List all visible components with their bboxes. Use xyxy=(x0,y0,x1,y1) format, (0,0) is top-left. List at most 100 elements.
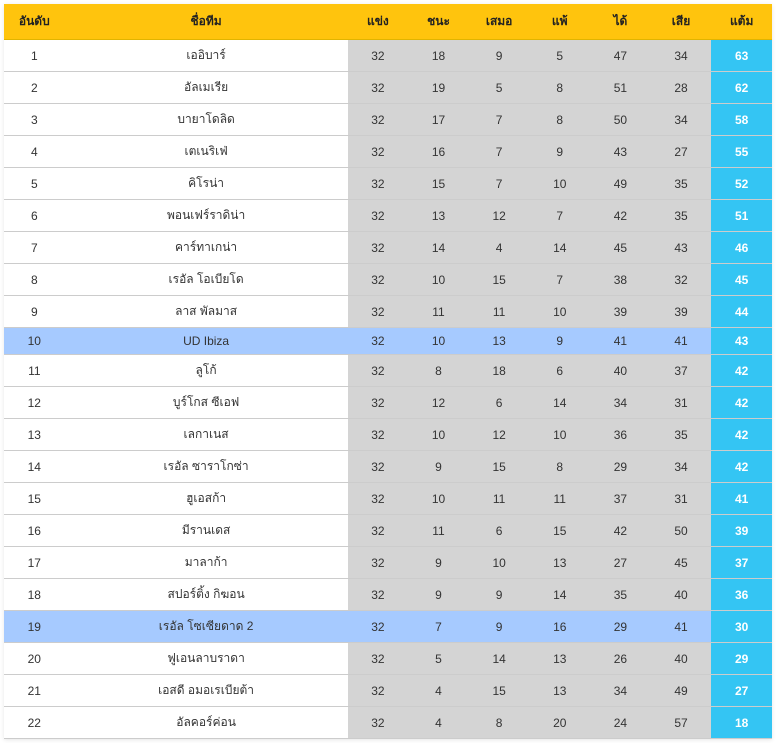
cell-played: 32 xyxy=(348,355,409,387)
cell-gf: 24 xyxy=(590,707,651,739)
cell-won: 18 xyxy=(408,40,469,72)
cell-points: 30 xyxy=(711,611,772,643)
cell-won: 10 xyxy=(408,264,469,296)
table-row: 5คิโรน่า3215710493552 xyxy=(4,168,772,200)
cell-lost: 15 xyxy=(529,515,590,547)
table-row: 4เตเนริเฟ่321679432755 xyxy=(4,136,772,168)
cell-team: เออิบาร์ xyxy=(65,40,348,72)
cell-team: คาร์ทาเกน่า xyxy=(65,232,348,264)
table-row: 19เรอัล โซเซียดาด 2327916294130 xyxy=(4,611,772,643)
cell-won: 11 xyxy=(408,515,469,547)
table-row: 22อัลคอร์ค่อน324820245718 xyxy=(4,707,772,739)
cell-drawn: 12 xyxy=(469,200,530,232)
cell-ga: 35 xyxy=(651,168,712,200)
cell-played: 32 xyxy=(348,136,409,168)
cell-team: มีรานเดส xyxy=(65,515,348,547)
cell-rank: 12 xyxy=(4,387,65,419)
cell-gf: 45 xyxy=(590,232,651,264)
cell-lost: 13 xyxy=(529,547,590,579)
cell-ga: 57 xyxy=(651,707,712,739)
cell-team: ลาส พัลมาส xyxy=(65,296,348,328)
cell-lost: 13 xyxy=(529,675,590,707)
cell-lost: 14 xyxy=(529,232,590,264)
table-row: 7คาร์ทาเกน่า3214414454346 xyxy=(4,232,772,264)
cell-played: 32 xyxy=(348,419,409,451)
header-gf: ได้ xyxy=(590,4,651,40)
cell-won: 8 xyxy=(408,355,469,387)
cell-gf: 36 xyxy=(590,419,651,451)
cell-team: อัลคอร์ค่อน xyxy=(65,707,348,739)
cell-played: 32 xyxy=(348,675,409,707)
cell-gf: 42 xyxy=(590,515,651,547)
cell-lost: 8 xyxy=(529,451,590,483)
cell-lost: 9 xyxy=(529,328,590,355)
cell-ga: 43 xyxy=(651,232,712,264)
cell-drawn: 11 xyxy=(469,296,530,328)
table-row: 9ลาส พัลมาส32111110393944 xyxy=(4,296,772,328)
cell-points: 58 xyxy=(711,104,772,136)
cell-points: 42 xyxy=(711,387,772,419)
cell-played: 32 xyxy=(348,168,409,200)
table-row: 20ฟูเอนลาบราดา3251413264029 xyxy=(4,643,772,675)
cell-won: 16 xyxy=(408,136,469,168)
cell-points: 42 xyxy=(711,355,772,387)
cell-gf: 39 xyxy=(590,296,651,328)
cell-lost: 5 xyxy=(529,40,590,72)
cell-points: 62 xyxy=(711,72,772,104)
cell-team: ฮูเอสก้า xyxy=(65,483,348,515)
table-row: 21เอสดี อมอเรเบียต้า3241513344927 xyxy=(4,675,772,707)
cell-drawn: 8 xyxy=(469,707,530,739)
cell-drawn: 15 xyxy=(469,264,530,296)
cell-team: บายาโดลิด xyxy=(65,104,348,136)
cell-won: 13 xyxy=(408,200,469,232)
cell-team: เอสดี อมอเรเบียต้า xyxy=(65,675,348,707)
cell-drawn: 15 xyxy=(469,675,530,707)
cell-drawn: 10 xyxy=(469,547,530,579)
cell-rank: 6 xyxy=(4,200,65,232)
cell-won: 12 xyxy=(408,387,469,419)
cell-won: 4 xyxy=(408,707,469,739)
cell-played: 32 xyxy=(348,72,409,104)
cell-won: 10 xyxy=(408,328,469,355)
cell-gf: 29 xyxy=(590,611,651,643)
cell-rank: 19 xyxy=(4,611,65,643)
cell-points: 42 xyxy=(711,419,772,451)
cell-rank: 15 xyxy=(4,483,65,515)
standings-table: อันดับ ชื่อทีม แข่ง ชนะ เสมอ แพ้ ได้ เสี… xyxy=(4,4,772,739)
table-row: 13เลกาเนส32101210363542 xyxy=(4,419,772,451)
cell-played: 32 xyxy=(348,387,409,419)
cell-won: 4 xyxy=(408,675,469,707)
header-played: แข่ง xyxy=(348,4,409,40)
cell-team: เรอัล โซเซียดาด 2 xyxy=(65,611,348,643)
cell-drawn: 15 xyxy=(469,451,530,483)
cell-rank: 2 xyxy=(4,72,65,104)
cell-rank: 3 xyxy=(4,104,65,136)
cell-lost: 13 xyxy=(529,643,590,675)
cell-gf: 40 xyxy=(590,355,651,387)
cell-drawn: 5 xyxy=(469,72,530,104)
cell-lost: 10 xyxy=(529,296,590,328)
cell-rank: 16 xyxy=(4,515,65,547)
cell-drawn: 14 xyxy=(469,643,530,675)
cell-ga: 50 xyxy=(651,515,712,547)
cell-drawn: 18 xyxy=(469,355,530,387)
cell-rank: 14 xyxy=(4,451,65,483)
table-row: 11ลูโก้328186403742 xyxy=(4,355,772,387)
cell-rank: 4 xyxy=(4,136,65,168)
cell-ga: 28 xyxy=(651,72,712,104)
cell-won: 9 xyxy=(408,579,469,611)
cell-ga: 40 xyxy=(651,579,712,611)
table-row: 12บูร์โกส ซีเอฟ3212614343142 xyxy=(4,387,772,419)
cell-drawn: 7 xyxy=(469,136,530,168)
cell-points: 51 xyxy=(711,200,772,232)
cell-played: 32 xyxy=(348,579,409,611)
header-lost: แพ้ xyxy=(529,4,590,40)
cell-team: คิโรน่า xyxy=(65,168,348,200)
cell-drawn: 4 xyxy=(469,232,530,264)
cell-team: เรอัล โอเบียโด xyxy=(65,264,348,296)
cell-lost: 8 xyxy=(529,72,590,104)
header-rank: อันดับ xyxy=(4,4,65,40)
cell-rank: 7 xyxy=(4,232,65,264)
cell-lost: 16 xyxy=(529,611,590,643)
cell-team: UD Ibiza xyxy=(65,328,348,355)
